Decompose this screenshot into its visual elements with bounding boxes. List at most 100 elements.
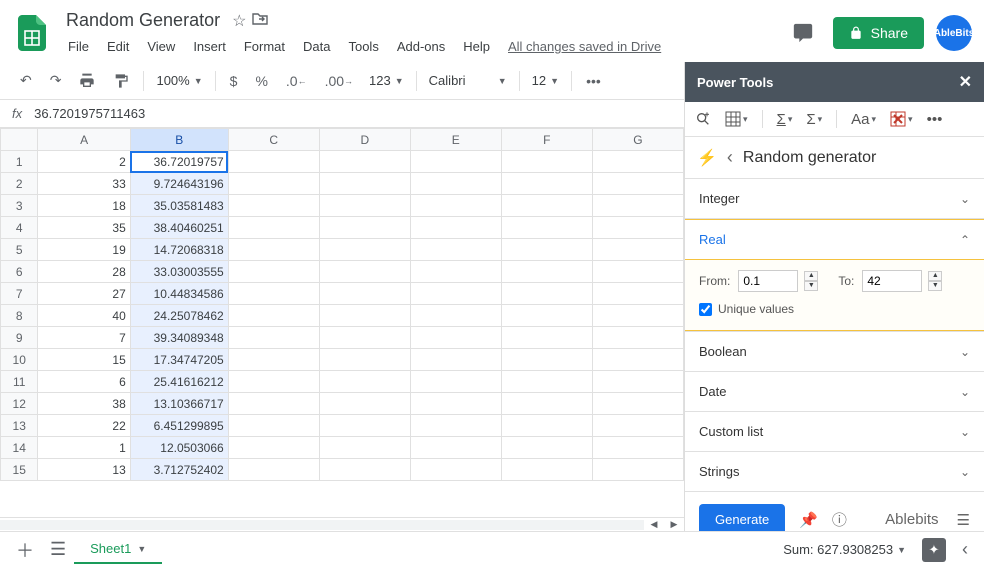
- menu-help[interactable]: Help: [455, 35, 498, 58]
- cell[interactable]: [228, 283, 319, 305]
- toolbar-more-button[interactable]: •••: [578, 67, 609, 95]
- col-header-E[interactable]: E: [410, 129, 501, 151]
- cell[interactable]: 35.03581483: [130, 195, 228, 217]
- cell[interactable]: [410, 283, 501, 305]
- star-icon[interactable]: ☆: [232, 11, 246, 31]
- tool-clear-icon[interactable]: ▾: [890, 111, 913, 127]
- formula-value[interactable]: 36.7201975711463: [34, 106, 145, 121]
- cell[interactable]: 9.724643196: [130, 173, 228, 195]
- cell[interactable]: [410, 415, 501, 437]
- cell[interactable]: 38: [38, 393, 130, 415]
- cell[interactable]: 24.25078462: [130, 305, 228, 327]
- cell[interactable]: 13: [38, 459, 130, 481]
- cell[interactable]: [319, 393, 410, 415]
- cell[interactable]: [410, 151, 501, 173]
- generate-button[interactable]: Generate: [699, 504, 785, 531]
- cell[interactable]: [592, 459, 683, 481]
- to-down-button[interactable]: ▼: [928, 281, 942, 291]
- cell[interactable]: [410, 195, 501, 217]
- info-icon[interactable]: ⓘ: [832, 509, 847, 530]
- cell[interactable]: [410, 239, 501, 261]
- cell[interactable]: [228, 195, 319, 217]
- from-up-button[interactable]: ▲: [804, 271, 818, 281]
- spreadsheet-grid[interactable]: ABCDEFG 1236.720197572339.72464319631835…: [0, 128, 684, 481]
- decrease-decimal-button[interactable]: .0←: [278, 67, 315, 95]
- row-header[interactable]: 6: [1, 261, 38, 283]
- cell[interactable]: 10.44834586: [130, 283, 228, 305]
- col-header-D[interactable]: D: [319, 129, 410, 151]
- cell[interactable]: 36.72019757: [130, 151, 228, 173]
- collapse-panel-button[interactable]: ‹: [954, 533, 976, 566]
- increase-decimal-button[interactable]: .00→: [317, 67, 361, 95]
- tool-more-icon[interactable]: •••: [927, 111, 943, 128]
- cell[interactable]: [228, 173, 319, 195]
- cell[interactable]: [410, 393, 501, 415]
- print-button[interactable]: [71, 67, 103, 95]
- cell[interactable]: 25.41616212: [130, 371, 228, 393]
- menu-icon[interactable]: ☰: [957, 511, 970, 529]
- cell[interactable]: [228, 393, 319, 415]
- from-down-button[interactable]: ▼: [804, 281, 818, 291]
- cell[interactable]: [319, 305, 410, 327]
- cell[interactable]: [501, 305, 592, 327]
- menu-view[interactable]: View: [139, 35, 183, 58]
- section-integer[interactable]: Integer ⌄: [685, 179, 984, 218]
- cell[interactable]: 18: [38, 195, 130, 217]
- cell[interactable]: 19: [38, 239, 130, 261]
- status-sum[interactable]: Sum: 627.9308253▼: [775, 538, 914, 561]
- cell[interactable]: [501, 437, 592, 459]
- row-header[interactable]: 8: [1, 305, 38, 327]
- menu-data[interactable]: Data: [295, 35, 338, 58]
- row-header[interactable]: 5: [1, 239, 38, 261]
- cell[interactable]: [228, 459, 319, 481]
- cell[interactable]: [319, 437, 410, 459]
- cell[interactable]: [410, 173, 501, 195]
- row-header[interactable]: 1: [1, 151, 38, 173]
- cell[interactable]: [501, 283, 592, 305]
- cell[interactable]: 6.451299895: [130, 415, 228, 437]
- cell[interactable]: 15: [38, 349, 130, 371]
- cell[interactable]: [410, 217, 501, 239]
- cell[interactable]: 3.712752402: [130, 459, 228, 481]
- cell[interactable]: [592, 371, 683, 393]
- cell[interactable]: 39.34089348: [130, 327, 228, 349]
- cell[interactable]: [592, 173, 683, 195]
- unique-checkbox[interactable]: [699, 303, 712, 316]
- menu-tools[interactable]: Tools: [340, 35, 386, 58]
- section-real[interactable]: Real ⌃: [685, 219, 984, 259]
- tool-smart-icon[interactable]: [695, 111, 711, 127]
- cell[interactable]: 28: [38, 261, 130, 283]
- avatar[interactable]: AbleBits: [936, 15, 972, 51]
- cell[interactable]: [228, 151, 319, 173]
- cell[interactable]: [592, 305, 683, 327]
- col-header-B[interactable]: B: [130, 129, 228, 151]
- menu-insert[interactable]: Insert: [185, 35, 234, 58]
- col-header-A[interactable]: A: [38, 129, 130, 151]
- cell[interactable]: [501, 239, 592, 261]
- tool-sum-icon[interactable]: Σ▾: [777, 111, 793, 128]
- cell[interactable]: [319, 151, 410, 173]
- cell[interactable]: 2: [38, 151, 130, 173]
- from-input[interactable]: [738, 270, 798, 292]
- row-header[interactable]: 14: [1, 437, 38, 459]
- section-boolean[interactable]: Boolean⌄: [685, 332, 984, 371]
- cell[interactable]: [319, 349, 410, 371]
- cell[interactable]: [592, 283, 683, 305]
- menu-format[interactable]: Format: [236, 35, 293, 58]
- cell[interactable]: [501, 393, 592, 415]
- comments-icon[interactable]: [785, 15, 821, 51]
- row-header[interactable]: 12: [1, 393, 38, 415]
- cell[interactable]: [592, 327, 683, 349]
- close-icon[interactable]: ✕: [959, 72, 972, 92]
- cell[interactable]: [410, 437, 501, 459]
- to-input[interactable]: [862, 270, 922, 292]
- cell[interactable]: [228, 305, 319, 327]
- cell[interactable]: [319, 261, 410, 283]
- cell[interactable]: [592, 195, 683, 217]
- row-header[interactable]: 13: [1, 415, 38, 437]
- section-date[interactable]: Date⌄: [685, 372, 984, 411]
- cell[interactable]: [228, 217, 319, 239]
- cell[interactable]: [228, 327, 319, 349]
- cell[interactable]: [410, 305, 501, 327]
- cell[interactable]: [228, 415, 319, 437]
